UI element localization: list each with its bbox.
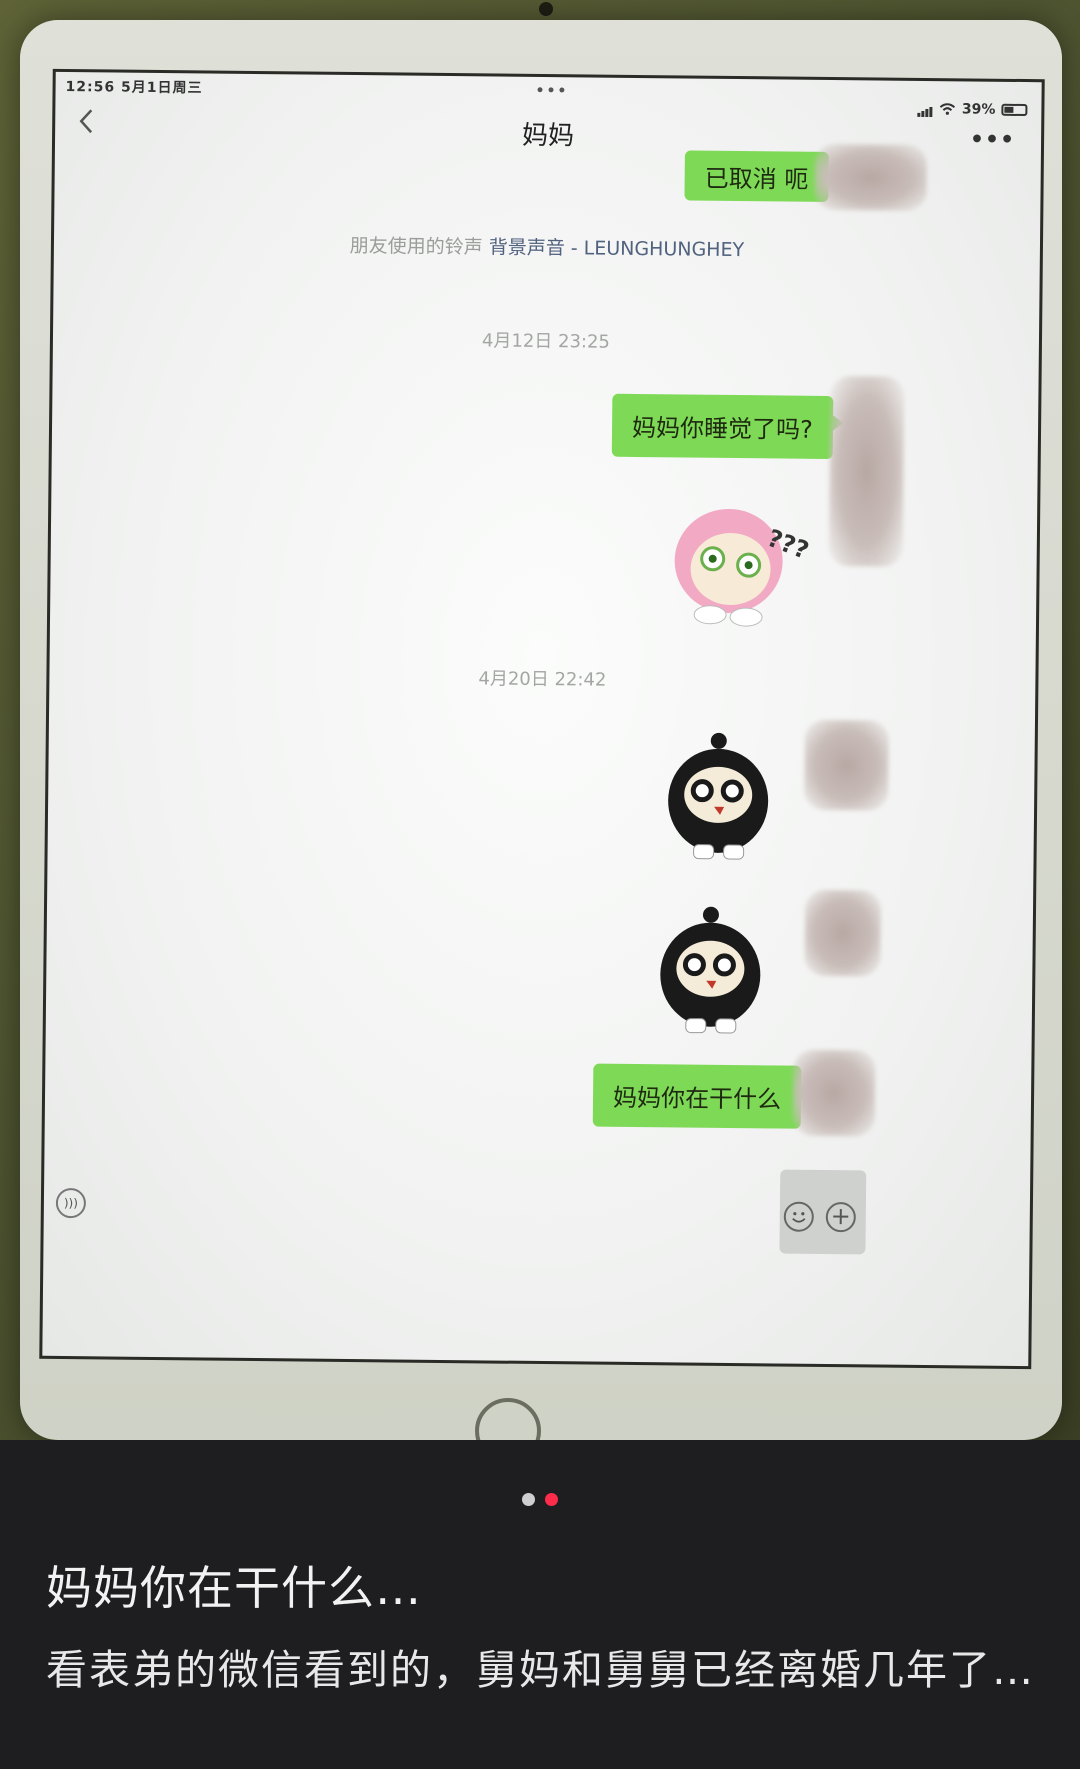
avatar[interactable] xyxy=(804,719,890,811)
photo[interactable]: 12:56 5月1日周三 ••• 39% 妈妈 ••• 已取消 呃 朋友使用的铃… xyxy=(0,0,1080,1440)
post-body: 看表弟的微信看到的，舅妈和舅舅已经离婚几年了… xyxy=(46,1646,1035,1694)
post-title: 妈妈你在干什么… xyxy=(46,1561,422,1615)
voice-input-icon[interactable]: ))) xyxy=(55,1187,87,1219)
system-note-text: 朋友使用的铃声 xyxy=(349,234,483,259)
signal-icon xyxy=(917,101,934,118)
pager-dot-active[interactable] xyxy=(545,1493,558,1506)
black-character-sticker[interactable] xyxy=(650,902,771,1043)
message-bubble-cancelled[interactable]: 已取消 呃 xyxy=(684,150,829,202)
ipad-screen: 12:56 5月1日周三 ••• 39% 妈妈 ••• 已取消 呃 朋友使用的铃… xyxy=(39,68,1045,1370)
status-time: 12:56 5月1日周三 xyxy=(65,78,203,97)
timestamp: 4月20日 22:42 xyxy=(478,668,607,691)
message-bubble[interactable]: 妈妈你睡觉了吗? xyxy=(611,393,834,460)
battery-percent: 39% xyxy=(961,101,996,118)
avatar[interactable] xyxy=(828,376,905,567)
emoji-icon[interactable] xyxy=(783,1201,814,1232)
multitask-dots-icon: ••• xyxy=(535,82,569,100)
wifi-icon xyxy=(940,103,956,115)
pink-character-sticker[interactable]: ??? xyxy=(668,498,809,629)
more-options-icon[interactable]: ••• xyxy=(970,127,1015,152)
pager-dot[interactable] xyxy=(522,1493,535,1506)
status-indicators: 39% xyxy=(917,101,1028,118)
black-character-sticker[interactable] xyxy=(657,728,778,869)
image-pager xyxy=(0,1493,1080,1506)
system-note: 朋友使用的铃声 背景声音 - LEUNGHUNGHEY xyxy=(54,228,1040,265)
message-bubble[interactable]: 妈妈你在干什么 xyxy=(592,1063,802,1129)
avatar[interactable] xyxy=(814,143,928,211)
timestamp: 4月12日 23:25 xyxy=(481,330,611,353)
avatar[interactable] xyxy=(792,1049,876,1137)
battery-icon xyxy=(1001,103,1028,117)
ringtone-link[interactable]: 背景声音 - LEUNGHUNGHEY xyxy=(489,236,745,261)
plus-icon[interactable]: + xyxy=(825,1202,856,1233)
camera-dot xyxy=(539,2,553,16)
avatar[interactable] xyxy=(804,889,882,977)
